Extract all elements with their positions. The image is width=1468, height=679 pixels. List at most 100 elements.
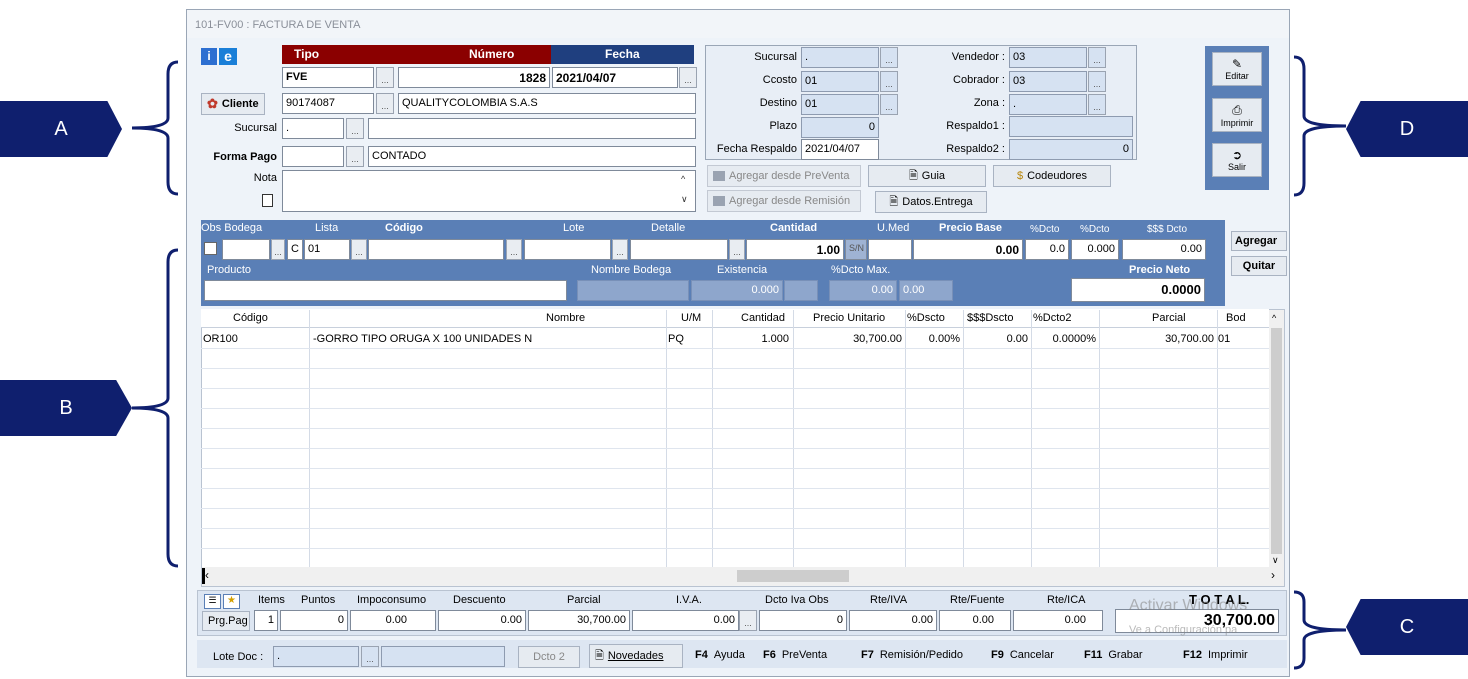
numero-label: Número bbox=[469, 47, 515, 61]
producto-field[interactable] bbox=[204, 280, 567, 301]
info-icon[interactable]: i bbox=[201, 48, 217, 65]
col-pdscto[interactable]: %Dscto bbox=[907, 312, 945, 324]
forma-pago-name-field[interactable]: CONTADO bbox=[368, 146, 696, 167]
scroll-up-icon[interactable]: ^ bbox=[681, 174, 685, 184]
cliente-name-field[interactable]: QUALITYCOLOMBIA S.A.S bbox=[398, 93, 696, 114]
note-icon[interactable] bbox=[262, 194, 273, 207]
novedades-button[interactable]: 🗎 Novedades bbox=[589, 644, 683, 668]
detalle-lookup[interactable]: ... bbox=[729, 239, 745, 260]
hscroll-right-icon[interactable]: › bbox=[1271, 568, 1275, 582]
col-nombre[interactable]: Nombre bbox=[546, 312, 585, 324]
nota-textarea[interactable] bbox=[282, 170, 696, 212]
fecha-field[interactable]: 2021/04/07 bbox=[552, 67, 678, 88]
datos-entrega-button[interactable]: 🗎 Datos.Entrega bbox=[875, 191, 987, 213]
lote-lookup[interactable]: ... bbox=[612, 239, 628, 260]
salir-button[interactable]: ➲ Salir bbox=[1212, 143, 1262, 177]
cliente-button[interactable]: ✿ Cliente bbox=[201, 93, 265, 115]
col-pdcto2[interactable]: %Dcto2 bbox=[1033, 312, 1072, 324]
ccosto-lookup[interactable]: ... bbox=[880, 71, 898, 92]
rte-ica-label: Rte/ICA bbox=[1047, 594, 1086, 606]
pdcto2-field[interactable]: 0.000 bbox=[1071, 239, 1119, 260]
obs-bodega-lookup[interactable]: ... bbox=[271, 239, 285, 260]
destino-lookup[interactable]: ... bbox=[880, 94, 898, 115]
scroll-down-arrow-icon[interactable]: ∨ bbox=[1272, 555, 1279, 566]
info-sucursal-lookup[interactable]: ... bbox=[880, 47, 898, 68]
c-field[interactable]: C bbox=[287, 239, 303, 260]
hscroll-thumb[interactable] bbox=[737, 570, 849, 582]
editar-button[interactable]: ✎ Editar bbox=[1212, 52, 1262, 86]
guia-button[interactable]: 🗎 Guia bbox=[868, 165, 986, 187]
dcto2-button[interactable]: Dcto 2 bbox=[518, 646, 580, 668]
f7-remision[interactable]: F7 Remisión/Pedido bbox=[861, 649, 963, 661]
numero-field[interactable]: 1828 bbox=[398, 67, 550, 88]
e-icon[interactable]: e bbox=[219, 48, 237, 65]
sucursal-field[interactable]: . bbox=[282, 118, 344, 139]
codigo-lookup[interactable]: ... bbox=[506, 239, 522, 260]
lote-doc-lookup[interactable]: ... bbox=[361, 646, 379, 667]
iva-lookup-button[interactable]: ... bbox=[739, 610, 757, 631]
respaldo1-field[interactable] bbox=[1009, 116, 1133, 137]
col-um[interactable]: U/M bbox=[681, 312, 701, 324]
fecha-picker-button[interactable]: ... bbox=[679, 67, 697, 88]
star-icon[interactable]: ★ bbox=[223, 594, 240, 609]
scrollbar-thumb[interactable] bbox=[1271, 328, 1282, 554]
obs-bodega-checkbox[interactable] bbox=[204, 242, 217, 255]
imprimir-button[interactable]: ⎙ Imprimir bbox=[1212, 98, 1262, 132]
nombre-bodega-label: Nombre Bodega bbox=[591, 264, 672, 276]
umed-field[interactable] bbox=[868, 239, 912, 260]
tipo-field[interactable]: FVE bbox=[282, 67, 374, 88]
zona-lookup[interactable]: ... bbox=[1088, 94, 1106, 115]
cliente-lookup-button[interactable]: ... bbox=[376, 93, 394, 114]
ccosto-field[interactable]: 01 bbox=[801, 71, 879, 92]
lote-doc-field[interactable]: . bbox=[273, 646, 359, 667]
respaldo2-field[interactable]: 0 bbox=[1009, 139, 1133, 160]
obs-bodega-field[interactable] bbox=[222, 239, 270, 260]
precio-base-field[interactable]: 0.00 bbox=[913, 239, 1023, 260]
forma-pago-lookup-button[interactable]: ... bbox=[346, 146, 364, 167]
agregar-remision-button[interactable]: Agregar desde Remisión bbox=[707, 190, 861, 212]
info-sucursal-field[interactable]: . bbox=[801, 47, 879, 68]
codigo-field[interactable] bbox=[368, 239, 504, 260]
hscroll-left-icon[interactable]: ‹ bbox=[205, 568, 209, 582]
zona-field[interactable]: . bbox=[1009, 94, 1087, 115]
lista-field[interactable]: 01 bbox=[304, 239, 350, 260]
tipo-lookup-button[interactable]: ... bbox=[376, 67, 394, 88]
vendedor-field[interactable]: 03 bbox=[1009, 47, 1087, 68]
col-sdscto[interactable]: $$$Dscto bbox=[967, 312, 1013, 324]
col-precio-unitario[interactable]: Precio Unitario bbox=[813, 312, 885, 324]
agregar-button[interactable]: Agregar bbox=[1231, 231, 1287, 251]
f9-cancelar[interactable]: F9 Cancelar bbox=[991, 649, 1054, 661]
prg-pag-button[interactable]: Prg.Pag bbox=[202, 611, 250, 631]
fecha-respaldo-field[interactable]: 2021/04/07 bbox=[801, 139, 879, 160]
cobrador-field[interactable]: 03 bbox=[1009, 71, 1087, 92]
destino-field[interactable]: 01 bbox=[801, 94, 879, 115]
sdcto-field[interactable]: 0.00 bbox=[1122, 239, 1206, 260]
codeudores-button[interactable]: $ Codeudores bbox=[993, 165, 1111, 187]
col-cantidad[interactable]: Cantidad bbox=[741, 312, 785, 324]
f12-imprimir[interactable]: F12 Imprimir bbox=[1183, 649, 1248, 661]
cobrador-lookup[interactable]: ... bbox=[1088, 71, 1106, 92]
pdcto1-field[interactable]: 0.0 bbox=[1025, 239, 1069, 260]
scroll-down-icon[interactable]: ∨ bbox=[681, 194, 688, 205]
plazo-field[interactable]: 0 bbox=[801, 117, 879, 138]
cantidad-field[interactable]: 1.00 bbox=[746, 239, 844, 260]
scroll-up-arrow-icon[interactable]: ^ bbox=[1272, 313, 1276, 323]
col-codigo[interactable]: Código bbox=[233, 312, 268, 324]
lista-lookup[interactable]: ... bbox=[351, 239, 367, 260]
sucursal-name-field[interactable] bbox=[368, 118, 696, 139]
f4-ayuda[interactable]: F4 Ayuda bbox=[695, 649, 745, 661]
list-icon[interactable]: ☰ bbox=[204, 594, 221, 609]
detalle-field[interactable] bbox=[630, 239, 728, 260]
f6-preventa[interactable]: F6 PreVenta bbox=[763, 649, 827, 661]
vendedor-lookup[interactable]: ... bbox=[1088, 47, 1106, 68]
lote-field[interactable] bbox=[524, 239, 611, 260]
col-bod[interactable]: Bod bbox=[1226, 312, 1246, 324]
agregar-preventa-button[interactable]: Agregar desde PreVenta bbox=[707, 165, 861, 187]
forma-pago-code-field[interactable] bbox=[282, 146, 344, 167]
col-parcial[interactable]: Parcial bbox=[1152, 312, 1186, 324]
fecha-respaldo-label: Fecha Respaldo bbox=[716, 143, 797, 155]
sucursal-lookup-button[interactable]: ... bbox=[346, 118, 364, 139]
cliente-code-field[interactable]: 90174087 bbox=[282, 93, 374, 114]
quitar-button[interactable]: Quitar bbox=[1231, 256, 1287, 276]
f11-grabar[interactable]: F11 Grabar bbox=[1084, 649, 1143, 661]
